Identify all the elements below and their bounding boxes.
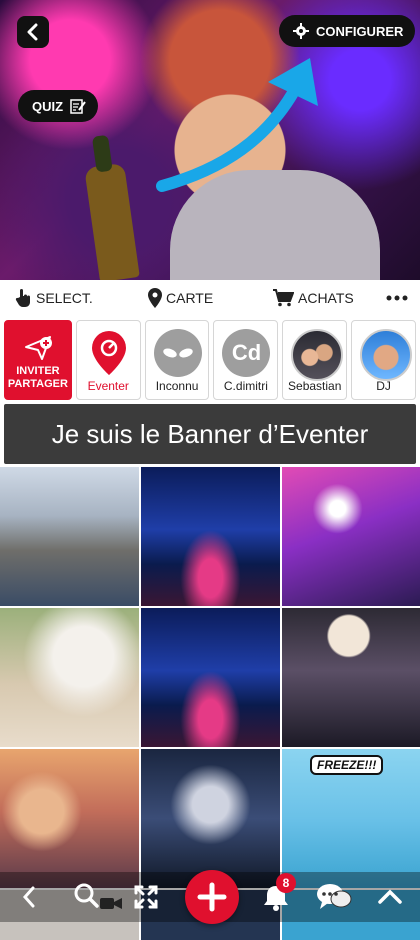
chevron-left-icon	[27, 23, 38, 41]
search-media-button[interactable]	[70, 872, 126, 922]
action-toolbar: SELECT. CARTE ACHATS	[0, 280, 420, 316]
chat-bubbles-icon	[317, 884, 352, 909]
story-cdimitri[interactable]: Cd C.dimitri	[213, 320, 279, 400]
scroll-top-button[interactable]	[374, 872, 406, 922]
gear-icon	[293, 23, 309, 39]
configure-button[interactable]: CONFIGURER	[279, 15, 416, 47]
eventer-logo-icon	[85, 329, 133, 377]
photo-tile[interactable]	[0, 749, 139, 888]
send-plus-icon	[25, 336, 52, 360]
invite-label: INVITER	[16, 365, 60, 377]
sebastian-avatar	[291, 329, 344, 381]
fullscreen-button[interactable]	[130, 872, 162, 922]
map-button[interactable]: CARTE	[148, 288, 213, 308]
story-label: DJ	[376, 379, 391, 393]
chevron-up-icon	[378, 889, 402, 904]
share-label: PARTAGER	[7, 378, 68, 390]
back-button[interactable]	[17, 16, 49, 48]
photo-tile[interactable]	[282, 608, 420, 747]
story-label: Inconnu	[155, 379, 199, 393]
photo-tile[interactable]: FREEZE!!!	[282, 749, 420, 888]
photo-tile[interactable]	[141, 749, 280, 888]
story-sebastian[interactable]: Sebastian	[282, 320, 348, 400]
cart-icon	[273, 289, 294, 307]
quiz-label: QUIZ	[32, 98, 64, 114]
select-label: SELECT.	[36, 290, 93, 306]
bottle	[84, 162, 140, 280]
map-pin-icon	[148, 288, 162, 308]
chevron-left-icon	[22, 886, 35, 908]
quiz-button[interactable]: QUIZ	[18, 90, 99, 122]
photo-tile[interactable]	[141, 608, 280, 747]
search-video-icon	[74, 883, 122, 909]
notification-badge: 8	[276, 873, 296, 893]
map-label: CARTE	[166, 290, 214, 306]
eventer-banner[interactable]: Je suis le Banner d’Eventer	[4, 404, 416, 464]
add-content-button[interactable]	[185, 870, 239, 924]
alien-avatar-icon	[153, 329, 202, 377]
more-options-button[interactable]	[386, 295, 408, 301]
purchases-button[interactable]: ACHATS	[272, 289, 354, 307]
story-dj[interactable]: DJ	[351, 320, 416, 400]
edit-note-icon	[70, 99, 86, 114]
hand-pointer-icon	[15, 289, 30, 307]
more-dots-icon	[386, 295, 408, 301]
invite-share-button[interactable]: INVITER PARTAGER	[4, 320, 72, 400]
plus-icon	[197, 882, 227, 912]
banner-text: Je suis le Banner d’Eventer	[51, 418, 369, 449]
initials-avatar: Cd	[222, 329, 271, 377]
stories-row: INVITER PARTAGER Eventer Inconnu Cd C.di…	[0, 316, 420, 402]
freeze-sign: FREEZE!!!	[310, 755, 384, 775]
purchases-label: ACHATS	[298, 290, 354, 306]
photo-grid: FREEZE!!!	[0, 467, 420, 940]
dj-avatar	[360, 329, 413, 381]
photo-tile[interactable]	[0, 467, 139, 606]
photo-tile[interactable]	[141, 467, 280, 606]
story-label: Eventer	[87, 379, 129, 393]
story-label: C.dimitri	[223, 379, 268, 393]
chat-button[interactable]	[314, 872, 354, 922]
story-eventer[interactable]: Eventer	[75, 320, 141, 400]
nav-back-button[interactable]	[14, 872, 44, 922]
expand-icon	[134, 885, 158, 909]
story-inconnu[interactable]: Inconnu	[144, 320, 210, 400]
arrow-pointer-icon	[156, 58, 318, 192]
configure-label: CONFIGURER	[316, 23, 404, 39]
photo-tile[interactable]	[282, 467, 420, 606]
select-button[interactable]: SELECT.	[14, 288, 93, 308]
story-label: Sebastian	[288, 379, 342, 393]
photo-tile[interactable]	[0, 608, 139, 747]
